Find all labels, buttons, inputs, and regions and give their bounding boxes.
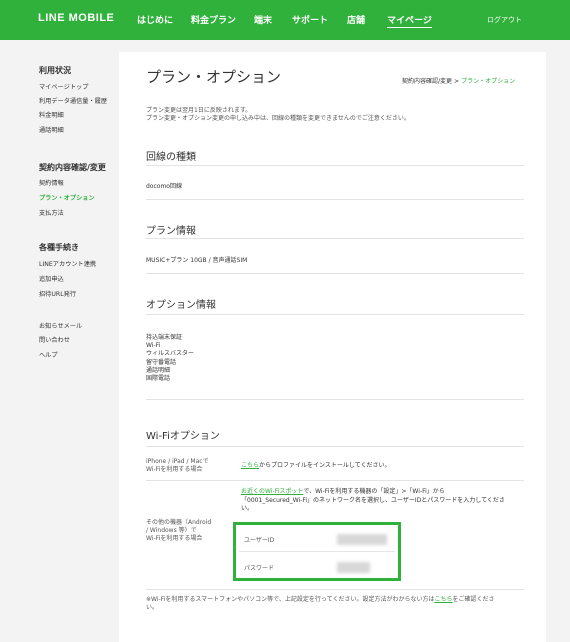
wifi-other-label-line: / Windows 等）で bbox=[146, 527, 197, 534]
section-title-line-type: 回線の種類 bbox=[146, 152, 196, 163]
profile-install-link[interactable]: こちら bbox=[241, 462, 259, 469]
option-item: ウィルスバスター bbox=[146, 350, 195, 358]
main-content: プラン・オプション 契約内容確認/変更 > プラン・オプション プラン変更は翌月1日… bbox=[119, 52, 546, 642]
footnote-help-link[interactable]: こちら bbox=[434, 596, 452, 603]
wifi-other-label-line: Wi-Fiを利用する場合 bbox=[146, 535, 203, 542]
sidebar-item-contract-info[interactable]: 契約情報 bbox=[39, 178, 64, 187]
divider bbox=[146, 238, 524, 239]
section-title-plan: プラン情報 bbox=[146, 226, 196, 237]
sidebar-item-data-usage[interactable]: 利用データ通信量・履歴 bbox=[39, 96, 107, 105]
breadcrumb: 契約内容確認/変更 > プラン・オプション bbox=[402, 76, 515, 85]
option-list: 持込端末保証 Wi-Fi ウィルスバスター 留守番電話 通話明細 国際電話 bbox=[146, 334, 194, 383]
wifi-credentials-highlight: ユーザーID パスワード bbox=[233, 522, 401, 581]
divider bbox=[146, 589, 524, 590]
notice-line: プラン変更・オプション変更の申し込み中は、回線の種類を変更できませんのでご注意く… bbox=[146, 115, 410, 122]
divider bbox=[146, 314, 524, 315]
divider bbox=[146, 480, 524, 481]
sidebar-item-line-account[interactable]: LINEアカウント連携 bbox=[39, 259, 96, 268]
plan-value: MUSIC+プラン 10GB / 音声通話SIM bbox=[146, 257, 248, 264]
divider bbox=[146, 273, 524, 274]
user-id-value-redacted bbox=[337, 534, 387, 545]
divider bbox=[146, 446, 524, 447]
wifi-apple-label-line: iPhone / iPad / Macで bbox=[146, 458, 209, 465]
sidebar-item-invite-url[interactable]: 招待URL発行 bbox=[39, 289, 76, 298]
wifi-apple-label-line: Wi-Fiを利用する場合 bbox=[146, 466, 203, 473]
wifi-other-label: その他の機器（Android / Windows 等）で Wi-Fiを利用する場… bbox=[146, 519, 211, 543]
sidebar-item-mypage-top[interactable]: マイページトップ bbox=[39, 82, 88, 91]
sidebar-item-notification-mail[interactable]: お知らせメール bbox=[39, 321, 82, 330]
nav-mypage[interactable]: マイページ bbox=[387, 13, 432, 28]
logout-link[interactable]: ログアウト bbox=[487, 15, 522, 25]
nav-devices[interactable]: 端末 bbox=[254, 13, 272, 26]
nav-getting-started[interactable]: はじめに bbox=[137, 13, 173, 26]
divider bbox=[146, 399, 524, 400]
sidebar-heading-procedures: 各種手続き bbox=[39, 243, 79, 252]
wifi-apple-instructions: こちらからプロファイルをインストールしてください。 bbox=[241, 462, 391, 471]
nav-stores[interactable]: 店舗 bbox=[347, 13, 365, 26]
section-title-wifi: Wi-Fiオプション bbox=[146, 431, 220, 442]
option-item: 留守番電話 bbox=[146, 358, 177, 366]
sidebar-heading-contract: 契約内容確認/変更 bbox=[39, 163, 106, 172]
wifi-other-instructions: お近くのWi-Fiスポットで、Wi-Fiを利用する機器の「設定」>「Wi-Fi」… bbox=[241, 488, 505, 514]
nav-pricing-plans[interactable]: 料金プラン bbox=[191, 13, 236, 26]
global-header: LINE MOBILE はじめに 料金プラン 端末 サポート 店舗 マイページ … bbox=[0, 0, 570, 40]
footnote-text: をご確認くださ bbox=[452, 596, 495, 603]
sidebar-item-payment[interactable]: 支払方法 bbox=[39, 208, 64, 217]
sidebar-item-add-application[interactable]: 追加申込 bbox=[39, 274, 64, 283]
brand-logo[interactable]: LINE MOBILE bbox=[38, 12, 114, 24]
wifi-other-text: で、Wi-Fiを利用する機器の「設定」>「Wi-Fi」から bbox=[303, 488, 445, 495]
footnote-text: い。 bbox=[146, 604, 159, 611]
breadcrumb-current: プラン・オプション bbox=[461, 78, 516, 85]
plan-change-notice: プラン変更は翌月1日に反映されます。 プラン変更・オプション変更の申し込み中は、… bbox=[146, 107, 410, 123]
divider bbox=[146, 199, 524, 200]
sidebar-item-plan-options[interactable]: プラン・オプション bbox=[39, 193, 95, 202]
wifi-spot-link[interactable]: お近くのWi-Fiスポット bbox=[241, 488, 303, 495]
notice-line: プラン変更は翌月1日に反映されます。 bbox=[146, 107, 252, 114]
option-item: 通話明細 bbox=[146, 366, 171, 374]
sidebar-heading-usage: 利用状況 bbox=[39, 66, 71, 75]
wifi-apple-text: からプロファイルをインストールしてください。 bbox=[259, 462, 391, 469]
divider bbox=[239, 551, 395, 552]
wifi-other-label-line: その他の機器（Android bbox=[146, 519, 212, 526]
option-item: 持込端末保証 bbox=[146, 334, 183, 341]
line-type-value: docomo回線 bbox=[146, 183, 182, 190]
footnote-text: ※Wi-Fiを利用するスマートフォンやパソコン等で、上記設定を行ってください。設… bbox=[146, 596, 435, 603]
wifi-other-text: い。 bbox=[241, 505, 254, 512]
page-title: プラン・オプション bbox=[146, 68, 282, 86]
sidebar-item-contact[interactable]: 問い合わせ bbox=[39, 335, 70, 344]
divider bbox=[146, 165, 524, 166]
sidebar-item-billing[interactable]: 料金明細 bbox=[39, 110, 64, 119]
user-id-label: ユーザーID bbox=[244, 537, 275, 544]
sidebar-item-call-history[interactable]: 通話明細 bbox=[39, 125, 64, 134]
option-item: 国際電話 bbox=[146, 375, 171, 383]
password-label: パスワード bbox=[244, 565, 275, 572]
wifi-apple-label: iPhone / iPad / Macで Wi-Fiを利用する場合 bbox=[146, 458, 209, 474]
wifi-other-text: 「0001_Secured_Wi-Fi」のネットワーク名を選択し、ユーザーIDと… bbox=[241, 496, 505, 504]
sidebar-item-help[interactable]: ヘルプ bbox=[39, 350, 58, 359]
breadcrumb-separator: > bbox=[454, 78, 460, 85]
section-title-options: オプション情報 bbox=[146, 300, 216, 311]
wifi-footnote: ※Wi-Fiを利用するスマートフォンやパソコン等で、上記設定を行ってください。設… bbox=[146, 596, 494, 612]
breadcrumb-parent[interactable]: 契約内容確認/変更 bbox=[402, 78, 452, 85]
password-value-redacted bbox=[337, 562, 370, 573]
nav-support[interactable]: サポート bbox=[292, 13, 328, 26]
